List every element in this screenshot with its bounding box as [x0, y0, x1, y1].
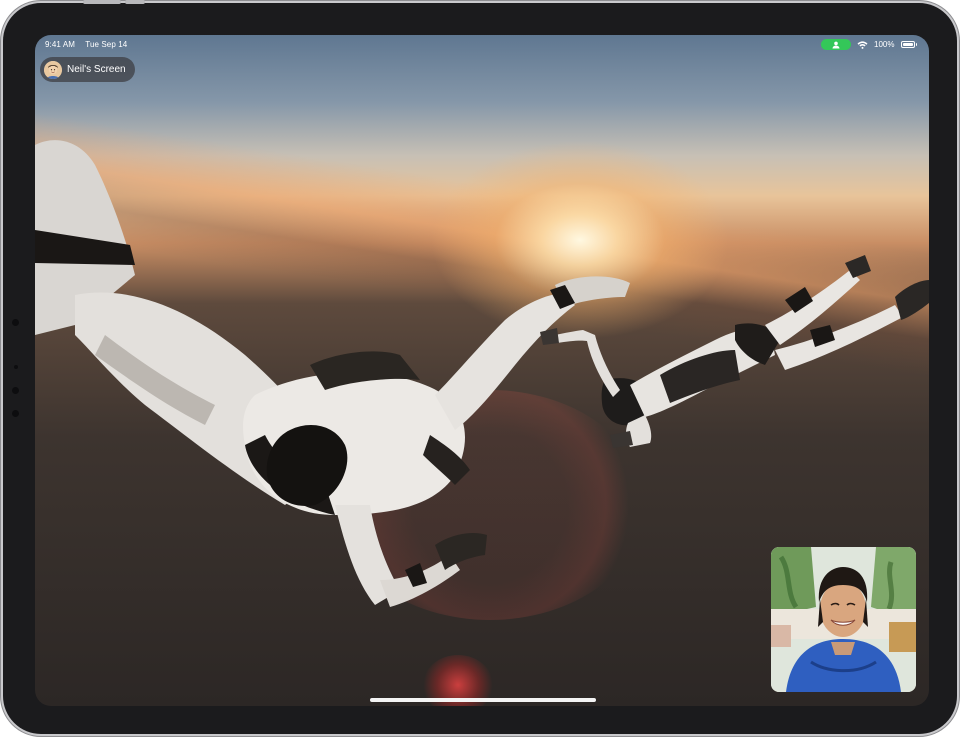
- camera-dot-3: [12, 410, 19, 417]
- pip-person-image: [771, 547, 916, 692]
- shareplay-person-icon: [832, 41, 840, 48]
- battery-nub: [915, 43, 917, 46]
- status-bar-left: 9:41 AM Tue Sep 14: [45, 40, 127, 49]
- camera-dot: [12, 319, 19, 326]
- top-button: [83, 0, 121, 4]
- skydiver-left: [35, 140, 630, 607]
- shared-screen[interactable]: 9:41 AM Tue Sep 14 100% Neil's Screen: [35, 35, 929, 706]
- sensor-dot: [14, 365, 18, 369]
- camera-dot-2: [12, 387, 19, 394]
- facetime-self-view[interactable]: [771, 547, 916, 692]
- status-time: 9:41 AM: [45, 40, 76, 49]
- screen-share-label: Neil's Screen: [67, 64, 126, 75]
- status-bar-right: 100%: [821, 39, 917, 50]
- shareplay-indicator[interactable]: [821, 39, 852, 50]
- status-date: Tue Sep 14: [85, 40, 128, 49]
- wifi-icon: [857, 40, 868, 49]
- ipad-device: 9:41 AM Tue Sep 14 100% Neil's Screen: [3, 0, 957, 734]
- home-indicator-bar[interactable]: [370, 698, 596, 702]
- screen-share-chip[interactable]: Neil's Screen: [40, 57, 135, 82]
- memoji-avatar-icon: [44, 60, 62, 79]
- battery-icon: [900, 41, 915, 48]
- battery-percent: 100%: [874, 40, 895, 49]
- top-button-secondary: [125, 0, 145, 4]
